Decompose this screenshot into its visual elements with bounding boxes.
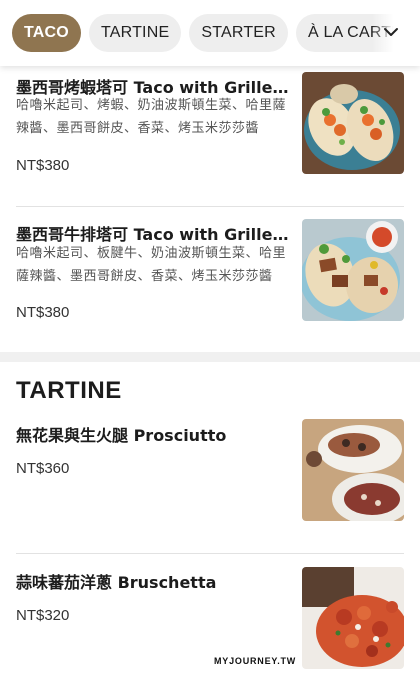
item-price: NT$380 — [16, 157, 70, 174]
divider — [16, 206, 404, 207]
steak-taco-photo — [302, 219, 404, 321]
item-price: NT$320 — [16, 607, 70, 624]
tab-starter[interactable]: STARTER — [189, 14, 288, 52]
item-price: NT$380 — [16, 304, 70, 321]
item-description: 哈嚕米起司、板腱牛、奶油波斯頓生菜、哈里薩辣醬、墨西哥餅皮、香菜、烤玉米莎莎醬 — [16, 246, 287, 284]
chevron-down-icon[interactable] — [382, 23, 400, 41]
bruschetta-photo — [302, 567, 404, 669]
tab-taco[interactable]: TACO — [12, 14, 81, 52]
section-separator — [0, 352, 420, 362]
item-description: 哈嚕米起司、烤蝦、奶油波斯頓生菜、哈里薩辣醬、墨西哥餅皮、香菜、烤玉米莎莎醬 — [16, 98, 287, 136]
section-title: TARTINE — [16, 377, 122, 404]
category-tabs: TACO TARTINE STARTER À LA CARTE — [12, 14, 415, 52]
item-name: 無花果與生火腿 Prosciutto — [16, 426, 227, 445]
category-tab-bar: TACO TARTINE STARTER À LA CARTE — [0, 0, 420, 66]
item-price: NT$360 — [16, 460, 70, 477]
divider — [16, 553, 404, 554]
tab-tartine[interactable]: TARTINE — [88, 14, 182, 52]
shrimp-taco-photo — [302, 72, 404, 174]
watermark: MYJOURNEY.TW — [214, 656, 297, 666]
item-name: 蒜味蕃茄洋蔥 Bruschetta — [16, 573, 217, 592]
prosciutto-tartine-photo — [302, 419, 404, 521]
